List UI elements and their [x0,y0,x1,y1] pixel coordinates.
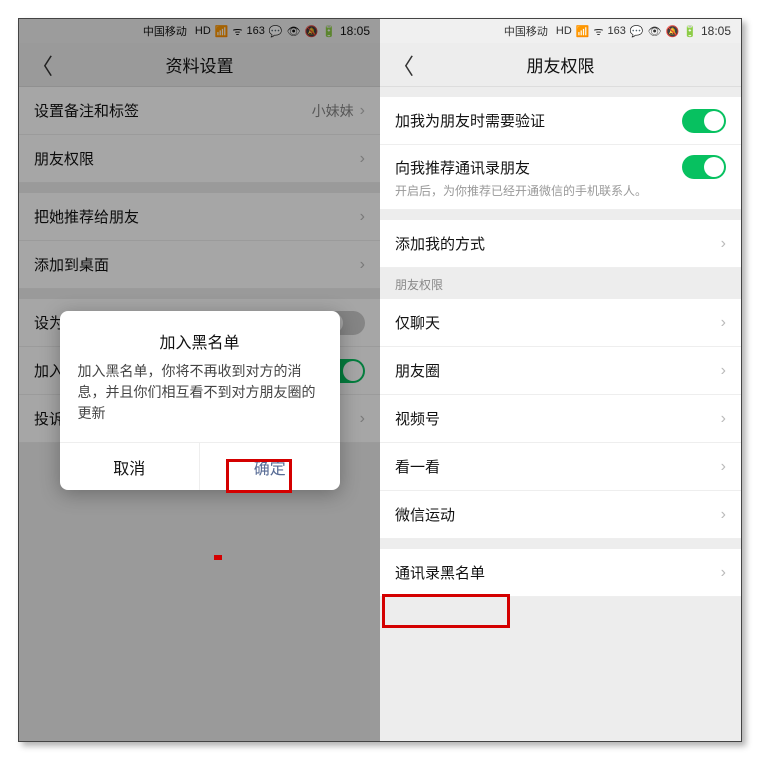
chevron-right-icon: › [721,314,726,332]
carrier-label: 中国移动 [504,23,548,39]
status-bar: 中国移动 HD 📶 ᯤ 163 💬 👁 🔕 🔋 18:05 [380,19,741,43]
confirm-button[interactable]: 确定 [199,443,340,490]
chat-icon: 💬 [630,25,644,38]
blacklist-dialog: 加入黑名单 加入黑名单，你将不再收到对方的消息，并且你们相互看不到对方朋友圈的更… [60,311,340,490]
dialog-title: 加入黑名单 [60,311,340,361]
dialog-actions: 取消 确定 [60,442,340,490]
cell-contacts-blacklist[interactable]: 通讯录黑名单 › [380,549,741,597]
section-gap [380,210,741,220]
chevron-right-icon: › [721,410,726,428]
recommend-switch[interactable] [682,155,726,179]
cell-werun[interactable]: 微信运动 › [380,491,741,539]
cell-subtext: 开启后，为你推荐已经开通微信的手机联系人。 [395,182,647,199]
cell-label: 看一看 [395,456,721,477]
cell-moments[interactable]: 朋友圈 › [380,347,741,395]
cell-recommend-contacts[interactable]: 向我推荐通讯录朋友 开启后，为你推荐已经开通微信的手机联系人。 [380,145,741,210]
cell-label: 视频号 [395,408,721,429]
cell-channels[interactable]: 视频号 › [380,395,741,443]
chevron-right-icon: › [721,564,726,582]
dialog-body: 加入黑名单，你将不再收到对方的消息，并且你们相互看不到对方朋友圈的更新 [60,361,340,442]
cell-label: 仅聊天 [395,312,721,333]
section-header: 朋友权限 [380,268,741,299]
section-gap [380,87,741,97]
clock: 18:05 [701,24,731,38]
red-marker [214,555,222,560]
chevron-right-icon: › [721,458,726,476]
eye-icon: 👁 [648,25,662,38]
mute-icon: 🔕 [666,25,680,38]
chevron-right-icon: › [721,362,726,380]
cell-verify[interactable]: 加我为朋友时需要验证 [380,97,741,145]
page-title: 朋友权限 [380,52,741,77]
cell-add-method[interactable]: 添加我的方式 › [380,220,741,268]
cell-label: 加我为朋友时需要验证 [395,110,682,131]
cell-top-stories[interactable]: 看一看 › [380,443,741,491]
net-speed: 163 [608,25,626,37]
cell-chat-only[interactable]: 仅聊天 › [380,299,741,347]
cell-label: 通讯录黑名单 [395,562,721,583]
cell-label: 朋友圈 [395,360,721,381]
hd-icon: HD [556,25,572,37]
dual-phone-frame: 中国移动 HD 📶 ᯤ 163 💬 👁 🔕 🔋 18:05 〈 资料设置 设置备… [18,18,742,742]
cell-label: 微信运动 [395,504,721,525]
phone-right: 中国移动 HD 📶 ᯤ 163 💬 👁 🔕 🔋 18:05 〈 朋友权限 加我为… [380,19,741,741]
signal-icon: 📶 [576,25,590,38]
wifi-icon: ᯤ [593,24,603,39]
content-right: 加我为朋友时需要验证 向我推荐通讯录朋友 开启后，为你推荐已经开通微信的手机联系… [380,87,741,741]
phone-left: 中国移动 HD 📶 ᯤ 163 💬 👁 🔕 🔋 18:05 〈 资料设置 设置备… [19,19,380,741]
battery-icon: 🔋 [683,25,697,38]
cell-label: 添加我的方式 [395,233,721,254]
back-button[interactable]: 〈 [392,49,416,81]
section-gap [380,539,741,549]
navbar-right: 〈 朋友权限 [380,43,741,87]
verify-switch[interactable] [682,109,726,133]
chevron-right-icon: › [721,506,726,524]
cancel-button[interactable]: 取消 [60,443,200,490]
chevron-right-icon: › [721,235,726,253]
cell-label: 向我推荐通讯录朋友 [395,157,682,178]
